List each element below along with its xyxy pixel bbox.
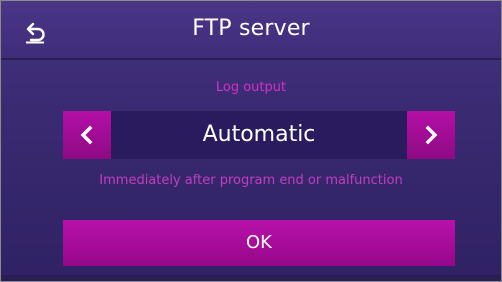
value-description: Immediately after program end or malfunc… — [99, 173, 403, 188]
value-selector: Automatic — [63, 111, 455, 159]
ftp-server-screen: FTP server Log output Automatic Immediat… — [0, 0, 502, 282]
selected-value: Automatic — [202, 122, 316, 147]
page-title: FTP server — [192, 16, 310, 41]
chevron-right-icon — [425, 125, 438, 145]
ok-button[interactable]: OK — [63, 220, 455, 266]
chevron-left-icon — [80, 125, 93, 145]
previous-value-button[interactable] — [63, 111, 111, 159]
header-divider — [1, 58, 501, 60]
next-value-button[interactable] — [407, 111, 455, 159]
parameter-label: Log output — [215, 80, 287, 95]
header-bar: FTP server — [1, 1, 501, 57]
bottom-strip — [1, 275, 501, 281]
back-button[interactable] — [15, 11, 55, 51]
back-arrow-icon — [26, 22, 45, 44]
